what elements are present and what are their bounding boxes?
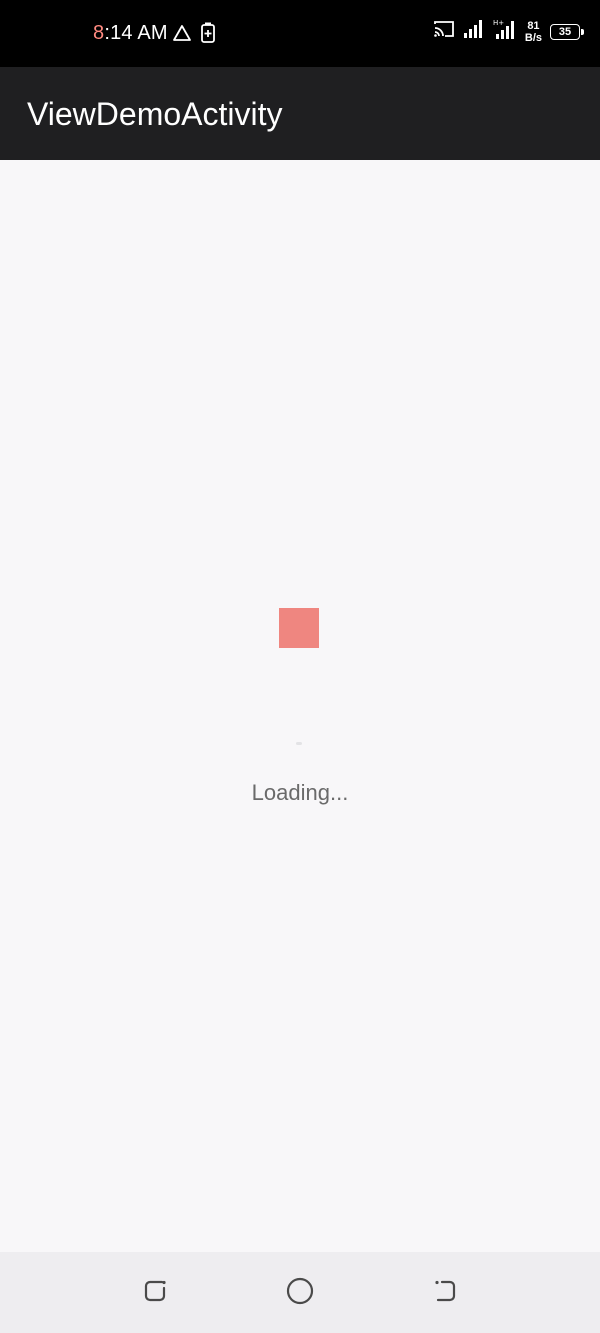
loading-animation-dot <box>296 742 302 745</box>
loading-text: Loading... <box>251 780 349 805</box>
status-notification-icons <box>172 22 216 49</box>
back-icon <box>432 1278 458 1309</box>
cast-icon <box>433 20 455 43</box>
battery-level: 35 <box>558 25 572 38</box>
status-system-icons: H+ 81 B/s 35 <box>433 18 584 45</box>
status-time-hour: 8 <box>93 22 105 44</box>
warning-icon <box>172 24 192 47</box>
network-speed-unit: B/s <box>524 31 542 44</box>
home-button[interactable] <box>284 1277 316 1309</box>
page-title: ViewDemoActivity <box>27 96 283 132</box>
svg-text:H+: H+ <box>493 19 504 27</box>
battery-saver-icon <box>200 22 216 49</box>
network-speed: 81 B/s <box>525 20 542 44</box>
app-bar: ViewDemoActivity <box>0 67 600 160</box>
battery-icon: 35 <box>550 23 584 40</box>
status-time: 8:14 AM <box>93 22 168 45</box>
status-time-rest: :14 AM <box>104 22 168 44</box>
navigation-bar <box>0 1252 600 1333</box>
recent-apps-icon <box>142 1278 168 1309</box>
network-speed-value: 81 <box>527 19 540 32</box>
home-icon <box>286 1277 314 1310</box>
loading-animation-square <box>279 608 319 648</box>
back-button[interactable] <box>429 1277 461 1309</box>
status-bar: 8:14 AM H+ 81 B/s 35 <box>0 0 600 67</box>
main-content: Loading... <box>0 160 600 1252</box>
signal-icon-2: H+ <box>493 18 517 45</box>
recent-apps-button[interactable] <box>139 1277 171 1309</box>
signal-icon <box>463 19 485 44</box>
